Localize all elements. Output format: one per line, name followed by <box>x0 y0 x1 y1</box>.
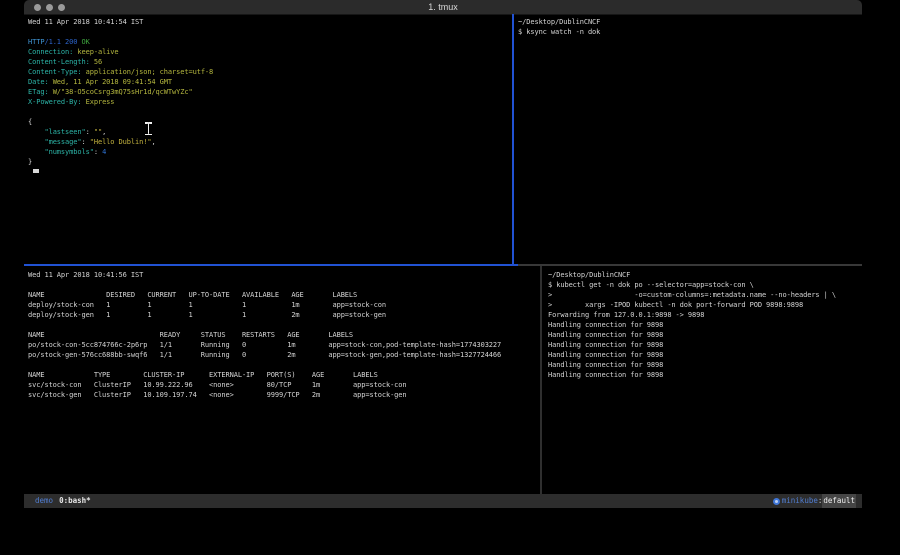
pane-http-response[interactable]: Wed 11 Apr 2018 10:41:54 IST HTTP/1.1 20… <box>28 17 510 263</box>
terminal-line: Forwarding from 127.0.0.1:9898 -> 9898 <box>548 310 860 320</box>
terminal-line: HTTP/1.1 200 OK <box>28 37 510 47</box>
terminal-line <box>28 280 536 290</box>
terminal-line: NAME READY STATUS RESTARTS AGE LABELS <box>28 330 536 340</box>
tmux-window: 1. tmux Wed 11 Apr 2018 10:41:54 IST HTT… <box>24 0 862 508</box>
terminal-line: ~/Desktop/DublinCNCF <box>548 270 860 280</box>
kubernetes-helm-icon <box>773 498 780 505</box>
session-name[interactable]: demo <box>35 494 53 508</box>
terminal-line: Handling connection for 9898 <box>548 340 860 350</box>
terminal-line: NAME DESIRED CURRENT UP-TO-DATE AVAILABL… <box>28 290 536 300</box>
kube-namespace: default <box>822 494 856 508</box>
terminal-line: $ ksync watch -n dok <box>518 27 858 37</box>
screen: 1. tmux Wed 11 Apr 2018 10:41:54 IST HTT… <box>0 0 900 555</box>
pane-kubectl-get[interactable]: Wed 11 Apr 2018 10:41:56 IST NAME DESIRE… <box>28 270 536 492</box>
terminal-line: Wed 11 Apr 2018 10:41:56 IST <box>28 270 536 280</box>
pane-port-forward[interactable]: ~/Desktop/DublinCNCF$ kubectl get -n dok… <box>548 270 860 492</box>
terminal-line: Date: Wed, 11 Apr 2018 09:41:54 GMT <box>28 77 510 87</box>
terminal-line: Handling connection for 9898 <box>548 320 860 330</box>
terminal-line: NAME TYPE CLUSTER-IP EXTERNAL-IP PORT(S)… <box>28 370 536 380</box>
kube-context: minikube <box>782 494 818 508</box>
pane-divider-horizontal-right[interactable] <box>518 264 862 266</box>
terminal-line: Connection: keep-alive <box>28 47 510 57</box>
terminal-line: po/stock-gen-576cc688bb-swqf6 1/1 Runnin… <box>28 350 536 360</box>
status-right: minikube : default <box>773 494 856 508</box>
terminal-line: Handling connection for 9898 <box>548 370 860 380</box>
terminal-line: "numsymbols": 4 <box>28 147 510 157</box>
terminal-line: deploy/stock-con 1 1 1 1 1m app=stock-co… <box>28 300 536 310</box>
terminal-line: > -o=custom-columns=:metadata.name --no-… <box>548 290 860 300</box>
terminal-line: > xargs -IPOD kubectl -n dok port-forwar… <box>548 300 860 310</box>
terminal-line: Handling connection for 9898 <box>548 330 860 340</box>
terminal-line: Handling connection for 9898 <box>548 360 860 370</box>
terminal-line: Handling connection for 9898 <box>548 350 860 360</box>
pane-divider-vertical-bottom[interactable] <box>540 266 542 494</box>
tmux-status-bar: demo 0:bash* minikube : default <box>24 494 862 508</box>
terminal-line: $ kubectl get -n dok po --selector=app=s… <box>548 280 860 290</box>
terminal-line: X-Powered-By: Express <box>28 97 510 107</box>
pane-ksync-watch[interactable]: ~/Desktop/DublinCNCF$ ksync watch -n dok <box>518 17 858 263</box>
window-title: 1. tmux <box>24 1 862 14</box>
terminal-line <box>28 27 510 37</box>
pane-divider-horizontal-left[interactable] <box>24 264 518 266</box>
terminal-line <box>28 107 510 117</box>
pane-divider-vertical-top[interactable] <box>512 14 514 264</box>
terminal-line: po/stock-con-5cc874766c-2p6rp 1/1 Runnin… <box>28 340 536 350</box>
terminal-line: Wed 11 Apr 2018 10:41:54 IST <box>28 17 510 27</box>
titlebar[interactable]: 1. tmux <box>24 0 862 15</box>
terminal-line: } <box>28 157 510 167</box>
terminal-cursor <box>33 169 39 173</box>
terminal-line: "message": "Hello Dublin!", <box>28 137 510 147</box>
terminal-line: svc/stock-con ClusterIP 10.99.222.96 <no… <box>28 380 536 390</box>
terminal-line <box>28 360 536 370</box>
terminal-line: { <box>28 117 510 127</box>
terminal-line <box>28 320 536 330</box>
terminal-line: ~/Desktop/DublinCNCF <box>518 17 858 27</box>
ibeam-mouse-cursor <box>145 122 152 135</box>
terminal-line: Content-Length: 56 <box>28 57 510 67</box>
active-window-label[interactable]: 0:bash* <box>59 494 91 508</box>
terminal-line: ETag: W/"38-O5coCsrg3mQ75sHr1d/qcWTwYZc" <box>28 87 510 97</box>
terminal-line: svc/stock-gen ClusterIP 10.109.197.74 <n… <box>28 390 536 400</box>
terminal-line: "lastseen": "", <box>28 127 510 137</box>
terminal-line: Content-Type: application/json; charset=… <box>28 67 510 77</box>
terminal-line: deploy/stock-gen 1 1 1 1 2m app=stock-ge… <box>28 310 536 320</box>
